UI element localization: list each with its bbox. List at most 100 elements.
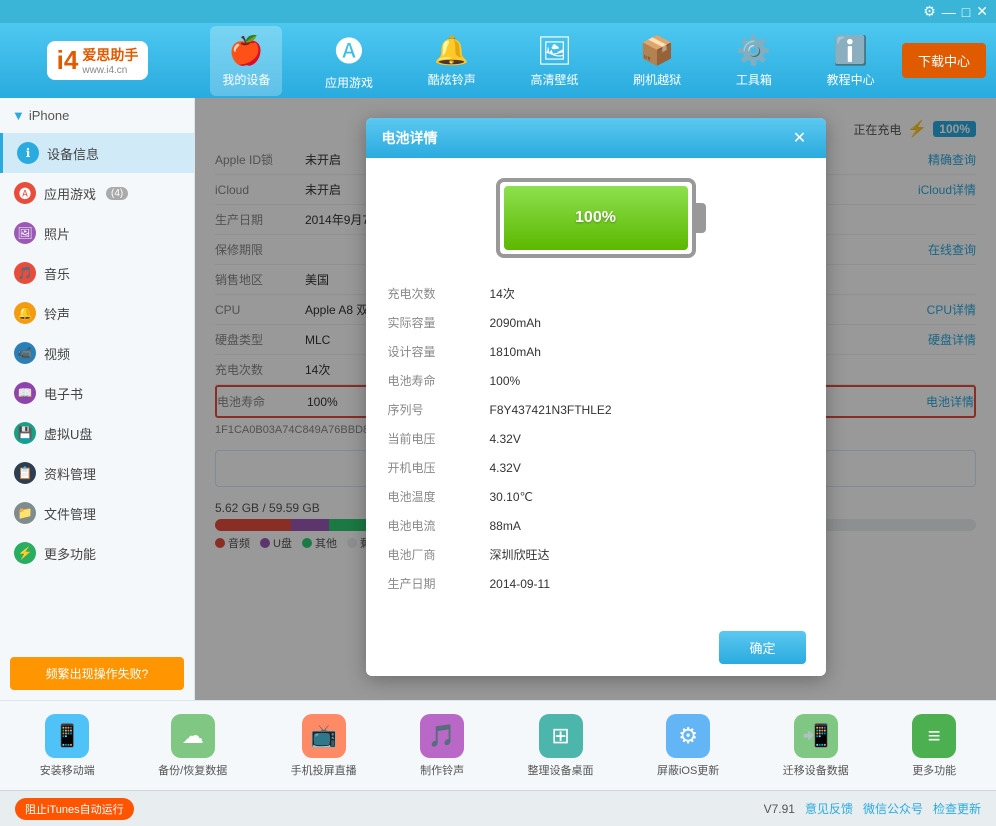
nav-item-tutorial[interactable]: ℹ️教程中心 bbox=[815, 26, 887, 96]
modal-info-label: 电池寿命 bbox=[388, 367, 488, 394]
modal-info-value: 深圳欣旺达 bbox=[490, 541, 804, 568]
toolbar-item-screen-mirror[interactable]: 📺 手机投屏直播 bbox=[281, 708, 367, 784]
download-center-button[interactable]: 下载中心 bbox=[902, 43, 986, 78]
video-icon: 📹 bbox=[14, 342, 36, 364]
music-icon: 🎵 bbox=[14, 262, 36, 284]
sidebar-item-video[interactable]: 📹 视频 bbox=[0, 333, 194, 373]
modal-ok-button[interactable]: 确定 bbox=[719, 631, 805, 664]
toolbar-item-migrate[interactable]: 📲 迁移设备数据 bbox=[773, 708, 859, 784]
sidebar-item-photos[interactable]: 🖼 照片 bbox=[0, 213, 194, 253]
modal-info-label: 当前电压 bbox=[388, 425, 488, 452]
sidebar-item-music[interactable]: 🎵 音乐 bbox=[0, 253, 194, 293]
modal-info-value: 2014-09-11 bbox=[490, 570, 804, 597]
toolbar-item-backup[interactable]: ☁ 备份/恢复数据 bbox=[148, 708, 237, 784]
modal-info-value: 88mA bbox=[490, 512, 804, 539]
toolbar-item-organize-desktop[interactable]: ⊞ 整理设备桌面 bbox=[518, 708, 604, 784]
freq-error-button[interactable]: 频繁出现操作失败? bbox=[10, 657, 184, 690]
modal-info-value: 100% bbox=[490, 367, 804, 394]
data-mgr-icon: 📋 bbox=[14, 462, 36, 484]
modal-title: 电池详情 bbox=[382, 128, 438, 148]
badge-app-game: (4) bbox=[106, 187, 128, 200]
modal-overlay: 电池详情 ✕ 100% 充电次数 14次 实际容量 2090mAh bbox=[195, 98, 996, 700]
ringtone-icon: 🔔 bbox=[434, 34, 469, 67]
ebook-icon: 📖 bbox=[14, 382, 36, 404]
version-text: V7.91 bbox=[764, 802, 795, 816]
modal-info-label: 电池温度 bbox=[388, 483, 488, 510]
sidebar-item-device-info[interactable]: ℹ 设备信息 bbox=[0, 133, 194, 173]
ringtone2-icon: 🔔 bbox=[14, 302, 36, 324]
modal-info-label: 电池厂商 bbox=[388, 541, 488, 568]
toolbar-item-ios-update[interactable]: ⚙ 屏蔽iOS更新 bbox=[647, 708, 729, 784]
nav-item-app-game[interactable]: 🅐应用游戏 bbox=[313, 22, 385, 99]
battery-visual: 100% bbox=[386, 178, 806, 258]
close-icon[interactable]: ✕ bbox=[976, 3, 988, 20]
modal-info-value: F8Y437421N3FTHLE2 bbox=[490, 396, 804, 423]
gear-icon[interactable]: ⚙ bbox=[923, 3, 936, 20]
maximize-icon[interactable]: □ bbox=[962, 4, 970, 20]
modal-close-button[interactable]: ✕ bbox=[790, 128, 810, 148]
wechat-link[interactable]: 微信公众号 bbox=[863, 800, 923, 817]
more-icon: ⚡ bbox=[14, 542, 36, 564]
organize-desktop-icon: ⊞ bbox=[539, 714, 583, 758]
modal-info-label: 电池电流 bbox=[388, 512, 488, 539]
no-itunes-button[interactable]: 阻止iTunes自动运行 bbox=[15, 798, 134, 820]
logo-url: www.i4.cn bbox=[82, 65, 138, 76]
device-info-icon: ℹ bbox=[17, 142, 39, 164]
modal-info-row: 当前电压 4.32V bbox=[388, 425, 804, 452]
ios-update-icon: ⚙ bbox=[666, 714, 710, 758]
feedback-link[interactable]: 意见反馈 bbox=[805, 800, 853, 817]
battery-detail-modal: 电池详情 ✕ 100% 充电次数 14次 实际容量 2090mAh bbox=[366, 118, 826, 676]
modal-info-value: 1810mAh bbox=[490, 338, 804, 365]
file-mgr-icon: 📁 bbox=[14, 502, 36, 524]
modal-info-label: 开机电压 bbox=[388, 454, 488, 481]
modal-info-row: 电池厂商 深圳欣旺达 bbox=[388, 541, 804, 568]
sidebar-item-more[interactable]: ⚡ 更多功能 bbox=[0, 533, 194, 573]
minimize-icon[interactable]: — bbox=[942, 4, 956, 20]
modal-info-value: 4.32V bbox=[490, 454, 804, 481]
photos-icon: 🖼 bbox=[14, 222, 36, 244]
sidebar-item-data-mgr[interactable]: 📋 资料管理 bbox=[0, 453, 194, 493]
install-mobile-icon: 📱 bbox=[45, 714, 89, 758]
modal-info-row: 充电次数 14次 bbox=[388, 280, 804, 307]
toolbar-item-install-mobile[interactable]: 📱 安装移动端 bbox=[30, 708, 105, 784]
modal-info-row: 电池寿命 100% bbox=[388, 367, 804, 394]
backup-icon: ☁ bbox=[171, 714, 215, 758]
device-label: ▼ iPhone bbox=[0, 98, 194, 133]
app-game-icon: 🅐 bbox=[14, 182, 36, 204]
modal-info-row: 序列号 F8Y437421N3FTHLE2 bbox=[388, 396, 804, 423]
modal-info-row: 实际容量 2090mAh bbox=[388, 309, 804, 336]
tools-icon: ⚙️ bbox=[736, 34, 771, 67]
tutorial-icon: ℹ️ bbox=[833, 34, 868, 67]
modal-info-row: 电池电流 88mA bbox=[388, 512, 804, 539]
sidebar-item-file-mgr[interactable]: 📁 文件管理 bbox=[0, 493, 194, 533]
battery-percent-label: 100% bbox=[575, 209, 616, 227]
make-ringtone-icon: 🎵 bbox=[420, 714, 464, 758]
nav-item-tools[interactable]: ⚙️工具箱 bbox=[724, 26, 784, 96]
modal-info-row: 电池温度 30.10℃ bbox=[388, 483, 804, 510]
modal-info-value: 14次 bbox=[490, 280, 804, 307]
sidebar-item-ringtone2[interactable]: 🔔 铃声 bbox=[0, 293, 194, 333]
logo-i4: i4 bbox=[57, 45, 79, 76]
battery-info-table: 充电次数 14次 实际容量 2090mAh 设计容量 1810mAh 电池寿命 … bbox=[386, 278, 806, 599]
modal-info-row: 生产日期 2014-09-11 bbox=[388, 570, 804, 597]
battery-fill: 100% bbox=[504, 186, 688, 250]
nav-item-my-device[interactable]: 🍎我的设备 bbox=[210, 26, 282, 96]
migrate-icon: 📲 bbox=[794, 714, 838, 758]
app-game-icon: 🅐 bbox=[335, 30, 363, 70]
sidebar-item-udisk[interactable]: 💾 虚拟U盘 bbox=[0, 413, 194, 453]
screen-mirror-icon: 📺 bbox=[302, 714, 346, 758]
logo-name: 爱思助手 bbox=[82, 45, 138, 65]
modal-info-label: 生产日期 bbox=[388, 570, 488, 597]
nav-item-wallpaper[interactable]: 🖼高清壁纸 bbox=[518, 26, 590, 96]
nav-item-ringtone[interactable]: 🔔酷炫铃声 bbox=[416, 26, 488, 96]
device-arrow: ▼ bbox=[12, 108, 25, 123]
device-name: iPhone bbox=[29, 108, 69, 123]
jailbreak-icon: 📦 bbox=[640, 34, 675, 67]
sidebar-item-app-game[interactable]: 🅐 应用游戏(4) bbox=[0, 173, 194, 213]
more-features-icon: ≡ bbox=[912, 714, 956, 758]
check-update-link[interactable]: 检查更新 bbox=[933, 800, 981, 817]
sidebar-item-ebook[interactable]: 📖 电子书 bbox=[0, 373, 194, 413]
nav-item-jailbreak[interactable]: 📦刷机越狱 bbox=[621, 26, 693, 96]
toolbar-item-more-features[interactable]: ≡ 更多功能 bbox=[902, 708, 966, 784]
toolbar-item-make-ringtone[interactable]: 🎵 制作铃声 bbox=[410, 708, 474, 784]
